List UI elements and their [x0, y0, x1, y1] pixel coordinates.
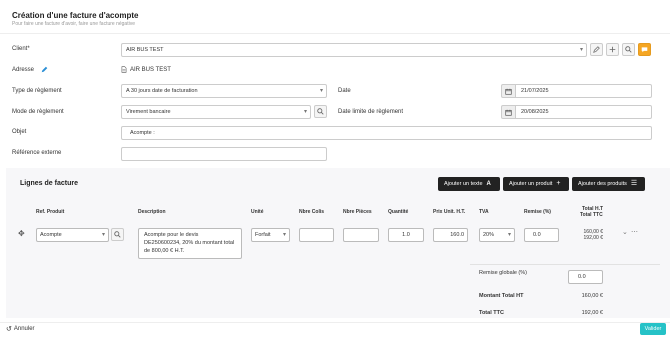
add-client-button[interactable]	[606, 43, 619, 56]
search-product-button[interactable]	[111, 228, 124, 241]
montant-ht-label: Montant Total HT	[479, 293, 524, 299]
date-calendar-button[interactable]	[501, 84, 515, 98]
col-quantite: Quantité	[388, 209, 409, 215]
adresse-label: Adresse	[12, 67, 35, 73]
objet-label: Objet	[12, 129, 27, 135]
search-mode-reglement-button[interactable]	[314, 105, 327, 118]
client-value: AIR BUS TEST	[126, 47, 164, 53]
row-quantite-input[interactable]: 1.0	[388, 228, 424, 242]
row-description-textarea[interactable]: Acompte pour le devis DE250600234, 20% d…	[138, 228, 242, 259]
row-remise-input[interactable]: 0.0	[524, 228, 559, 242]
search-icon	[317, 108, 324, 115]
row-unite-select[interactable]: Forfait ▾	[251, 228, 290, 242]
edit-client-button[interactable]	[590, 43, 603, 56]
col-pieces: Nbre Pièces	[343, 209, 372, 215]
col-unite: Unité	[251, 209, 264, 215]
valider-button[interactable]: Valider	[640, 323, 666, 335]
plus-icon	[609, 46, 616, 53]
reference-label: Référence externe	[12, 150, 62, 156]
col-tva: TVA	[479, 209, 489, 215]
client-select[interactable]: AIR BUS TEST ▾	[121, 43, 587, 57]
col-remise: Remise (%)	[524, 209, 551, 215]
remise-globale-input[interactable]: 0.0	[568, 270, 603, 284]
type-reglement-value: A 30 jours date de facturation	[126, 88, 198, 94]
text-icon: A	[486, 181, 491, 187]
col-description: Description	[138, 209, 166, 215]
col-total-ttc: Total TTC	[580, 212, 603, 218]
chevron-down-icon: ▾	[282, 232, 286, 238]
expand-row-icon[interactable]: ⌄	[622, 228, 628, 236]
col-colis: Nbre Colis	[299, 209, 325, 215]
client-label: Client*	[12, 46, 30, 52]
col-prix: Prix Unit. H.T.	[433, 209, 466, 215]
search-client-button[interactable]	[622, 43, 635, 56]
mode-reglement-value: Virement bancaire	[126, 109, 171, 115]
chevron-down-icon: ▾	[101, 232, 105, 238]
add-text-button[interactable]: Ajouter un texte A	[438, 177, 500, 191]
comment-icon	[641, 47, 648, 53]
add-products-label: Ajouter des produits	[578, 181, 627, 187]
total-ttc-label: Total TTC	[479, 310, 504, 316]
chevron-down-icon: ▾	[319, 88, 323, 94]
more-options-icon[interactable]: ⋯	[631, 228, 638, 236]
row-ref-select[interactable]: Acompte ▾	[36, 228, 109, 242]
montant-ht-value: 160,00 €	[581, 293, 603, 299]
add-product-label: Ajouter un produit	[509, 181, 553, 187]
objet-input[interactable]: Acompte :	[121, 126, 652, 140]
chevron-down-icon: ▾	[507, 232, 511, 238]
row-ref-value: Acompte	[40, 232, 62, 238]
date-input[interactable]: 21/07/2025	[515, 84, 652, 98]
edit-adresse-icon[interactable]	[41, 66, 48, 75]
search-icon	[625, 46, 632, 53]
col-ref: Ref. Produit	[36, 209, 65, 215]
footer-bar	[0, 322, 670, 341]
calendar-icon	[505, 88, 512, 95]
pencil-icon	[593, 46, 600, 53]
adresse-value: AIR BUS TEST	[130, 66, 171, 73]
page-subtitle: Pour faire une facture d'avoir, faire un…	[12, 21, 135, 27]
date-limite-input[interactable]: 20/08/2025	[515, 105, 652, 119]
reference-input[interactable]	[121, 147, 327, 161]
type-reglement-select[interactable]: A 30 jours date de facturation ▾	[121, 84, 327, 98]
date-limite-calendar-button[interactable]	[501, 105, 515, 119]
row-tva-select[interactable]: 20% ▾	[479, 228, 515, 242]
calendar-icon	[505, 109, 512, 116]
chevron-down-icon: ▾	[579, 47, 583, 53]
add-product-button[interactable]: Ajouter un produit +	[503, 177, 569, 191]
lines-title: Lignes de facture	[20, 180, 78, 187]
annuler-button[interactable]: ↺ Annuler	[6, 325, 35, 333]
remise-globale-label: Remise globale (%)	[479, 270, 527, 276]
total-ttc-value: 192,00 €	[581, 310, 603, 316]
drag-handle-icon[interactable]: ✥	[18, 229, 25, 238]
add-products-button[interactable]: Ajouter des produits ☰	[572, 177, 645, 191]
mode-reglement-label: Mode de règlement	[12, 109, 64, 115]
list-icon: ☰	[630, 180, 638, 187]
row-tva-value: 20%	[483, 232, 495, 238]
mode-reglement-select[interactable]: Virement bancaire ▾	[121, 105, 311, 119]
row-colis-input[interactable]	[299, 228, 334, 242]
row-unite-value: Forfait	[255, 232, 271, 238]
row-total-ttc: 192,00 €	[583, 235, 603, 241]
row-pieces-input[interactable]	[343, 228, 379, 242]
add-text-label: Ajouter un texte	[444, 181, 483, 187]
undo-icon: ↺	[6, 326, 12, 333]
type-reglement-label: Type de règlement	[12, 88, 62, 94]
annuler-label: Annuler	[13, 326, 35, 332]
chevron-down-icon: ▾	[303, 109, 307, 115]
comment-button[interactable]	[638, 43, 651, 56]
page-title: Création d'une facture d'acompte	[12, 11, 139, 20]
row-prix-input[interactable]: 160.0	[433, 228, 468, 242]
plus-icon: +	[556, 180, 561, 187]
date-label: Date	[338, 88, 351, 94]
search-icon	[114, 231, 121, 238]
header-divider	[0, 33, 670, 34]
document-icon	[121, 66, 127, 73]
totals-divider	[470, 264, 660, 265]
date-limite-label: Date limite de règlement	[338, 109, 404, 115]
